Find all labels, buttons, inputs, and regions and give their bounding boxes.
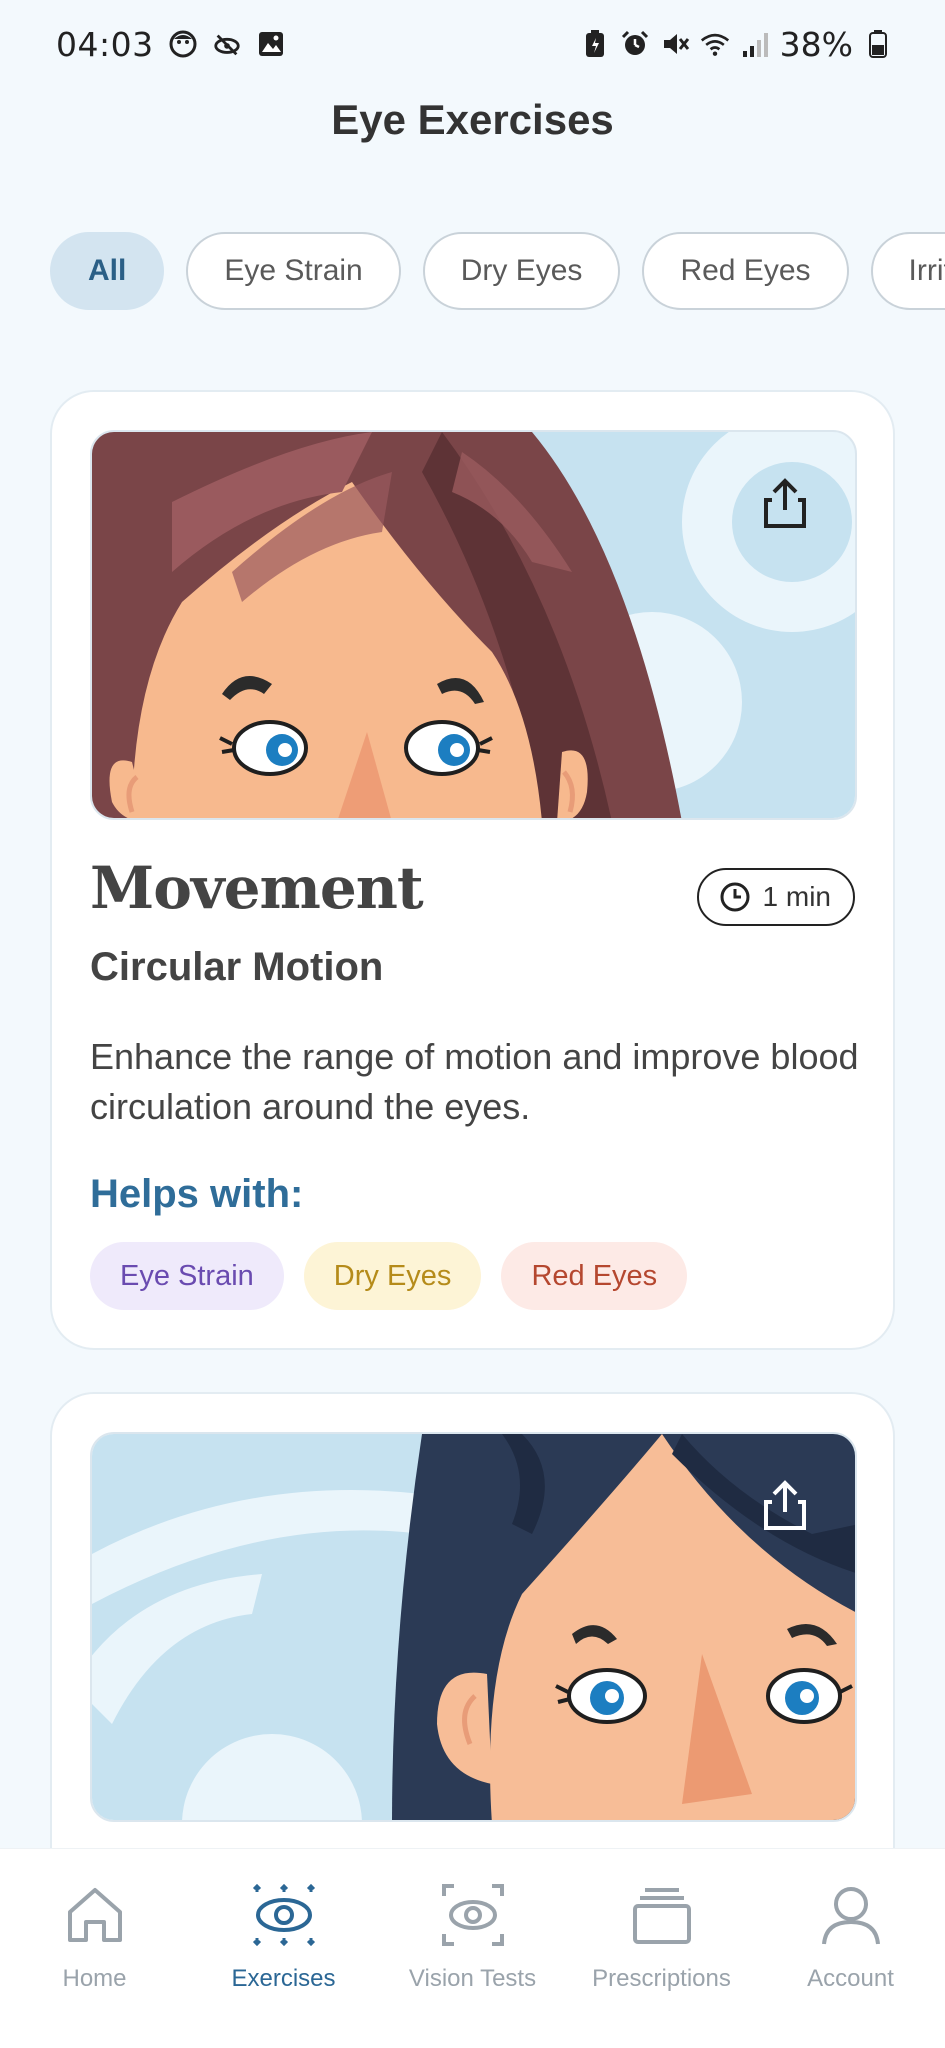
duration-badge: 1 min bbox=[696, 868, 855, 926]
alarm-icon bbox=[620, 29, 650, 59]
filter-chip-dry-eyes[interactable]: Dry Eyes bbox=[422, 232, 621, 310]
face-icon bbox=[168, 29, 198, 59]
wifi-icon bbox=[700, 29, 730, 59]
condition-tags: Eye Strain Dry Eyes Red Eyes bbox=[90, 1242, 688, 1310]
status-right: 38% bbox=[580, 25, 893, 64]
filter-chip-eye-strain[interactable]: Eye Strain bbox=[186, 232, 401, 310]
eye-off-icon bbox=[212, 29, 242, 59]
nav-vision-tests-label: Vision Tests bbox=[408, 1965, 537, 1992]
duration-label: 1 min bbox=[762, 881, 831, 912]
battery-icon bbox=[863, 29, 893, 59]
page-title: Eye Exercises bbox=[331, 96, 614, 143]
share-button[interactable] bbox=[755, 474, 815, 534]
filter-chips: All Eye Strain Dry Eyes Red Eyes Irrita bbox=[50, 232, 945, 312]
mute-icon bbox=[660, 29, 690, 59]
share-icon bbox=[764, 478, 806, 528]
exercise-subtitle: Circular Motion bbox=[90, 945, 384, 989]
eye-exercise-icon bbox=[246, 1877, 322, 1953]
exercise-illustration bbox=[90, 1432, 857, 1822]
share-icon bbox=[764, 1480, 806, 1530]
exercise-description: Enhance the range of motion and improve … bbox=[90, 1036, 859, 1127]
tag-eye-strain: Eye Strain bbox=[90, 1242, 284, 1310]
battery-saver-icon bbox=[580, 29, 610, 59]
nav-account-label: Account bbox=[807, 1965, 894, 1992]
nav-exercises[interactable]: Exercises bbox=[189, 1877, 378, 1993]
tag-dry-eyes: Dry Eyes bbox=[303, 1242, 482, 1310]
nav-home[interactable]: Home bbox=[0, 1877, 189, 1993]
battery-percent: 38% bbox=[779, 24, 853, 64]
bottom-nav: Home Exercises Vision Tests Prescription… bbox=[0, 1848, 945, 2048]
image-icon bbox=[256, 29, 286, 59]
nav-account[interactable]: Account bbox=[756, 1877, 945, 1993]
home-icon bbox=[57, 1877, 133, 1953]
vision-test-icon bbox=[435, 1877, 511, 1953]
exercise-illustration bbox=[90, 430, 857, 820]
share-button[interactable] bbox=[755, 1476, 815, 1536]
status-bar: 04:03 38% bbox=[0, 0, 945, 88]
signal-icon bbox=[740, 29, 770, 59]
nav-vision-tests[interactable]: Vision Tests bbox=[378, 1877, 567, 1993]
nav-home-label: Home bbox=[62, 1965, 127, 1992]
nav-prescriptions-label: Prescriptions bbox=[592, 1965, 731, 1992]
helps-with-label: Helps with: bbox=[90, 1172, 304, 1216]
tag-red-eyes: Red Eyes bbox=[501, 1242, 688, 1310]
exercise-title: Movement bbox=[90, 854, 424, 922]
filter-chip-all[interactable]: All bbox=[50, 232, 165, 310]
prescriptions-icon bbox=[624, 1877, 700, 1953]
filter-chip-red-eyes[interactable]: Red Eyes bbox=[642, 232, 849, 310]
filter-chip-irritation[interactable]: Irrita bbox=[870, 232, 945, 310]
exercise-card[interactable]: Movement 1 min Circular Motion Enhance t… bbox=[50, 390, 895, 1350]
status-time: 04:03 bbox=[56, 24, 154, 64]
nav-exercises-label: Exercises bbox=[231, 1965, 336, 1992]
nav-prescriptions[interactable]: Prescriptions bbox=[567, 1877, 756, 1993]
account-icon bbox=[813, 1877, 889, 1953]
status-left: 04:03 bbox=[56, 25, 286, 64]
clock-icon bbox=[720, 882, 750, 912]
